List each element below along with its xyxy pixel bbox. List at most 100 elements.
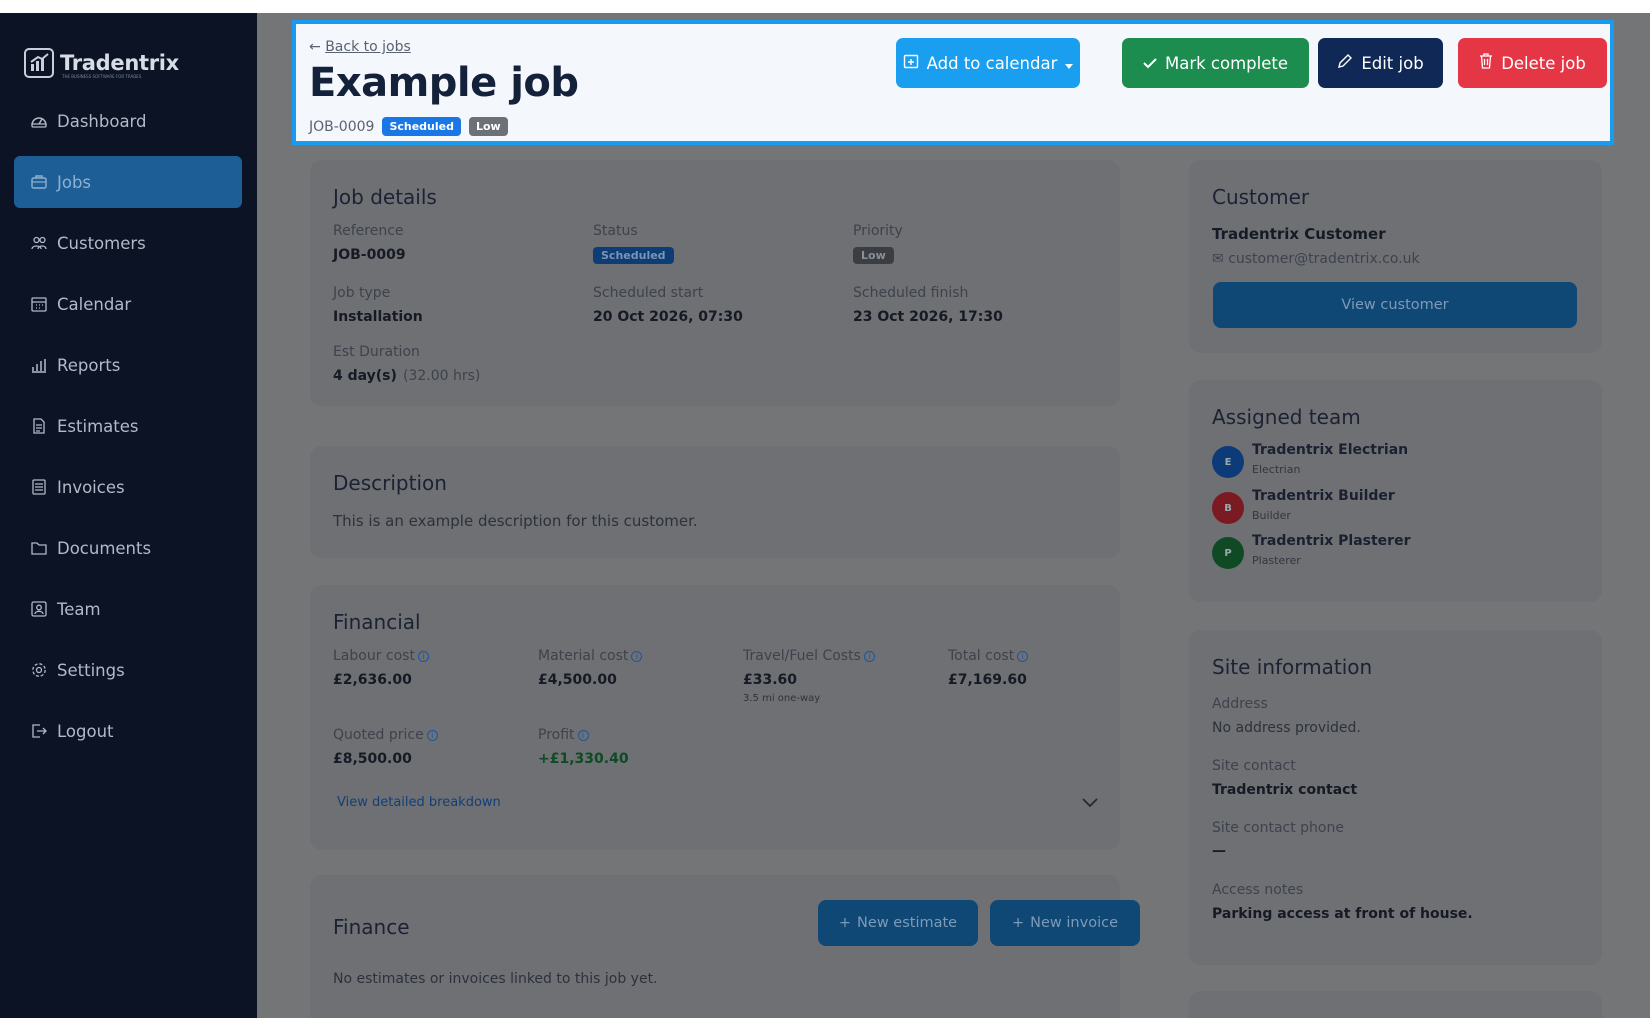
back-to-jobs-link[interactable]: ← Back to jobs [309, 39, 411, 55]
status-badge: Scheduled [593, 247, 674, 264]
brand-name: Tradentrix [60, 51, 179, 75]
scheduled-start-label: Scheduled start [593, 285, 704, 301]
sidebar-item-label: Logout [57, 721, 114, 741]
team-member-role: Plasterer [1252, 554, 1301, 567]
finance-empty-text: No estimates or invoices linked to this … [333, 971, 658, 987]
calendar-icon [29, 294, 49, 314]
duration-days: 4 day(s) [333, 368, 397, 384]
envelope-icon: ✉ [1212, 251, 1224, 267]
view-breakdown-link[interactable]: View detailed breakdown [337, 795, 501, 810]
labour-cost-value: £2,636.00 [333, 672, 412, 688]
delete-job-button[interactable]: Delete job [1458, 38, 1607, 88]
reference-value: JOB-0009 [333, 247, 406, 263]
financial-card: Financial Labour cost i £2,636.00 Materia… [310, 585, 1120, 850]
main-content: Job details Reference JOB-0009 Status Sc… [257, 13, 1650, 1018]
team-member-name[interactable]: Tradentrix Plasterer [1252, 533, 1410, 549]
briefcase-icon [29, 172, 49, 192]
pencil-icon [1337, 53, 1353, 73]
avatar: P [1212, 537, 1244, 569]
site-phone-label: Site contact phone [1212, 820, 1344, 836]
sidebar-item-label: Customers [57, 233, 146, 253]
job-header: ← Back to jobs Example job JOB-0009 Sche… [292, 20, 1614, 145]
info-icon[interactable]: i [426, 730, 438, 741]
job-type-value: Installation [333, 309, 423, 325]
site-contact-value: Tradentrix contact [1212, 782, 1358, 798]
sidebar-item-label: Team [57, 599, 101, 619]
avatar: E [1212, 446, 1244, 478]
dashboard-icon [29, 111, 49, 131]
new-estimate-button[interactable]: + New estimate [818, 900, 978, 946]
address-value: No address provided. [1212, 720, 1361, 736]
new-invoice-button[interactable]: + New invoice [990, 900, 1140, 946]
priority-label: Priority [853, 223, 903, 239]
travel-cost-value: £33.60 [743, 672, 798, 688]
info-icon[interactable]: i [863, 651, 875, 662]
sidebar-item-label: Invoices [57, 477, 125, 497]
check-icon [1143, 54, 1157, 73]
arrow-left-icon: ← [309, 39, 321, 55]
page-title: Example job [309, 60, 579, 106]
sidebar-item-jobs[interactable]: Jobs [14, 156, 242, 208]
info-icon[interactable]: i [417, 651, 429, 662]
info-icon[interactable]: i [577, 730, 589, 741]
sidebar-item-estimates[interactable]: Estimates [14, 400, 242, 452]
job-type-label: Job type [333, 285, 391, 301]
card-title: Financial [333, 610, 421, 634]
chevron-down-icon[interactable] [1081, 794, 1099, 813]
status-badge: Scheduled [382, 117, 461, 136]
sidebar-item-label: Documents [57, 538, 152, 558]
card-title: Description [333, 471, 447, 495]
access-notes-label: Access notes [1212, 882, 1304, 898]
customer-card: Customer Tradentrix Customer ✉ customer@… [1189, 160, 1602, 353]
assigned-team-card: Assigned team E Tradentrix Electrian Ele… [1189, 380, 1602, 602]
brand-logo[interactable]: Tradentrix THE BUSINESS SOFTWARE FOR TRA… [24, 48, 179, 79]
customer-email[interactable]: ✉ customer@tradentrix.co.uk [1212, 251, 1420, 267]
reference-label: Reference [333, 223, 404, 239]
logo-icon [24, 48, 54, 78]
card-title: Job details [333, 185, 437, 209]
bar-chart-icon [29, 355, 49, 375]
card-title: Customer [1212, 185, 1310, 209]
add-to-calendar-button[interactable]: Add to calendar [896, 38, 1080, 88]
sidebar-item-team[interactable]: Team [14, 583, 242, 635]
card-title: Assigned team [1212, 405, 1361, 429]
job-details-card: Job details Reference JOB-0009 Status Sc… [310, 160, 1120, 406]
avatar: B [1212, 492, 1244, 524]
view-customer-button[interactable]: View customer [1213, 282, 1577, 328]
scheduled-finish-value: 23 Oct 2026, 17:30 [853, 309, 1003, 325]
labour-cost-label: Labour cost i [333, 648, 429, 664]
plus-icon: + [1012, 915, 1025, 931]
sidebar-item-settings[interactable]: Settings [14, 644, 242, 696]
sidebar-item-customers[interactable]: Customers [14, 217, 242, 269]
scheduled-finish-label: Scheduled finish [853, 285, 969, 301]
sidebar-item-label: Estimates [57, 416, 139, 436]
logout-icon [29, 721, 49, 741]
quoted-price-label: Quoted price i [333, 727, 438, 743]
sidebar-item-reports[interactable]: Reports [14, 339, 242, 391]
sidebar-item-documents[interactable]: Documents [14, 522, 242, 574]
address-label: Address [1212, 696, 1268, 712]
site-contact-label: Site contact [1212, 758, 1296, 774]
invoice-icon [29, 477, 49, 497]
sidebar-item-calendar[interactable]: Calendar [14, 278, 242, 330]
sidebar-nav: Dashboard Jobs Customers Calendar Report… [14, 95, 242, 766]
sidebar: Tradentrix THE BUSINESS SOFTWARE FOR TRA… [0, 13, 257, 1018]
edit-job-button[interactable]: Edit job [1318, 38, 1443, 88]
sidebar-item-invoices[interactable]: Invoices [14, 461, 242, 513]
caret-down-icon [1065, 54, 1074, 73]
sidebar-item-dashboard[interactable]: Dashboard [14, 95, 242, 147]
scheduled-start-value: 20 Oct 2026, 07:30 [593, 309, 743, 325]
mark-complete-button[interactable]: Mark complete [1122, 38, 1309, 88]
team-member-name[interactable]: Tradentrix Builder [1252, 488, 1395, 504]
sidebar-item-logout[interactable]: Logout [14, 705, 242, 757]
total-cost-label: Total cost i [948, 648, 1029, 664]
info-icon[interactable]: i [631, 651, 643, 662]
users-icon [29, 233, 49, 253]
sidebar-item-label: Dashboard [57, 111, 147, 131]
sidebar-item-label: Calendar [57, 294, 132, 314]
info-icon[interactable]: i [1017, 651, 1029, 662]
status-label: Status [593, 223, 638, 239]
card-title: Site information [1212, 655, 1373, 679]
team-member-role: Builder [1252, 509, 1291, 522]
team-member-name[interactable]: Tradentrix Electrian [1252, 442, 1408, 458]
